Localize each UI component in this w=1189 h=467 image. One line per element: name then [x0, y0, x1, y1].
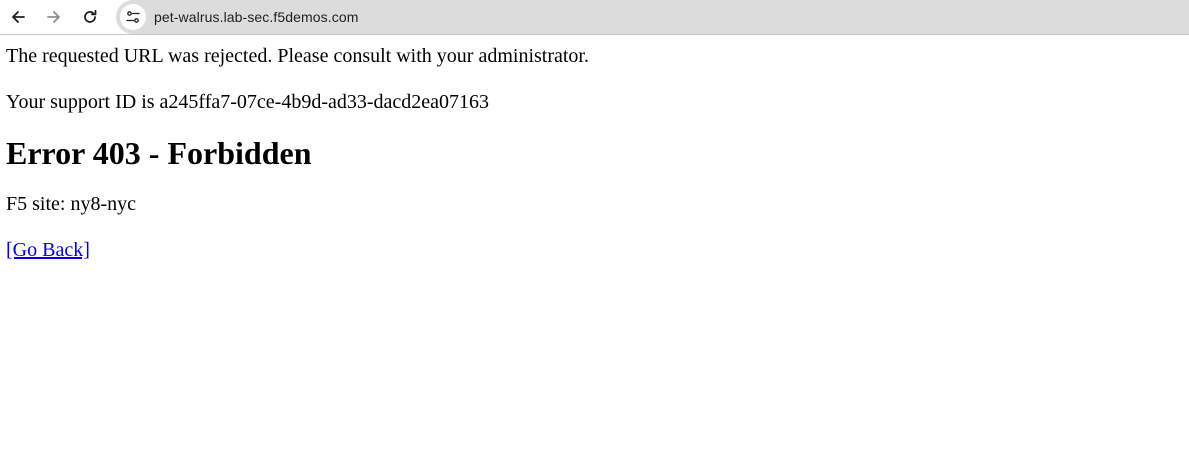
forward-button[interactable] — [42, 5, 66, 29]
arrow-right-icon — [47, 11, 60, 23]
reload-button[interactable] — [78, 5, 102, 29]
site-info-button[interactable] — [120, 4, 146, 30]
page-content: The requested URL was rejected. Please c… — [0, 45, 1189, 262]
f5-site: F5 site: ny8-nyc — [6, 193, 136, 215]
page-title: Error 403 - Forbidden — [6, 135, 312, 171]
rejection-message: The requested URL was rejected. Please c… — [6, 45, 589, 67]
tune-icon — [126, 11, 140, 23]
arrow-left-icon — [12, 11, 25, 23]
back-button[interactable] — [6, 5, 30, 29]
browser-toolbar: pet-walrus.lab-sec.f5demos.com — [0, 0, 1189, 35]
reload-icon — [84, 9, 97, 23]
go-back-paragraph: [Go Back] — [6, 239, 1183, 262]
url-text[interactable]: pet-walrus.lab-sec.f5demos.com — [154, 9, 359, 25]
support-id: Your support ID is a245ffa7-07ce-4b9d-ad… — [6, 91, 490, 113]
address-bar[interactable]: pet-walrus.lab-sec.f5demos.com — [116, 0, 1189, 34]
go-back-link[interactable]: [Go Back] — [6, 239, 90, 261]
